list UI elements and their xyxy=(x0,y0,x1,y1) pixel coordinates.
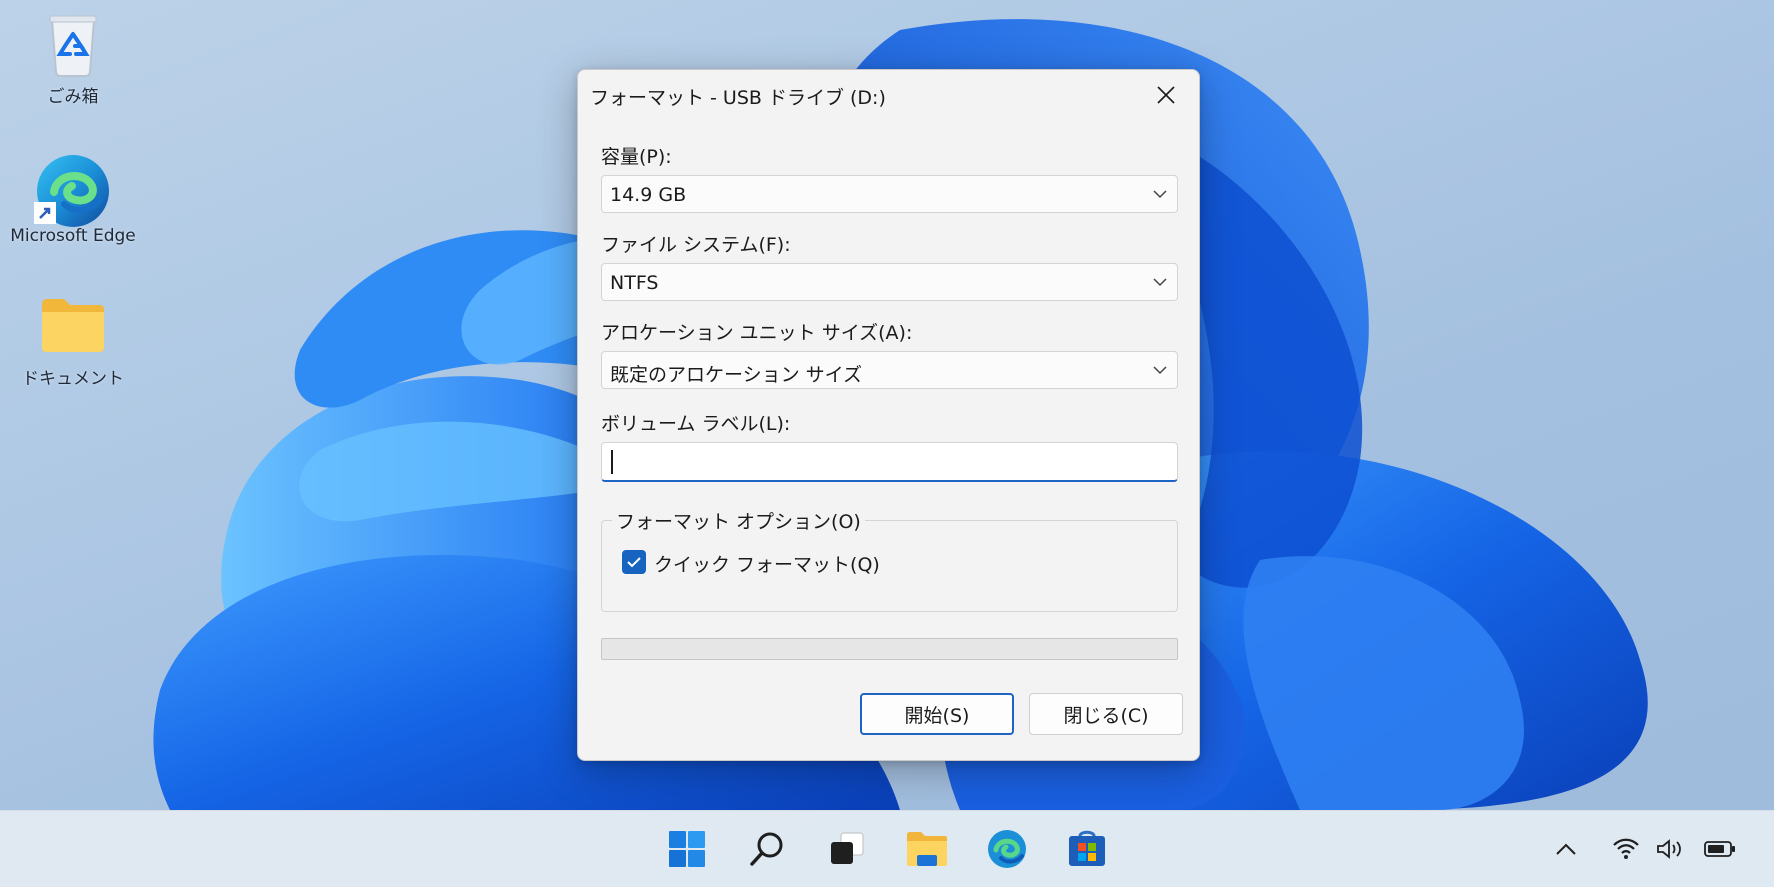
desktop-icon-label: ごみ箱 xyxy=(47,87,99,107)
volume-label-label: ボリューム ラベル(L): xyxy=(601,413,791,435)
chevron-down-icon xyxy=(1153,366,1167,375)
checkmark-icon xyxy=(627,557,641,568)
task-view-icon xyxy=(831,832,864,864)
allocation-select[interactable]: 既定のアロケーション サイズ xyxy=(601,351,1178,389)
quick-format-label[interactable]: クイック フォーマット(Q) xyxy=(654,550,880,577)
desktop-icon-edge[interactable]: Microsoft Edge xyxy=(3,152,143,246)
search-icon xyxy=(750,832,783,866)
network-button[interactable] xyxy=(1610,833,1642,865)
desktop-icon-documents[interactable]: ドキュメント xyxy=(3,290,143,389)
desktop-icon-label: ドキュメント xyxy=(22,369,124,389)
folder-icon xyxy=(38,290,108,360)
format-dialog: フォーマット - USB ドライブ (D:) 容量(P): 14.9 GB ファ… xyxy=(577,69,1200,761)
desktop-icon-recycle-bin[interactable]: ごみ箱 xyxy=(3,8,143,107)
chevron-up-icon xyxy=(1556,843,1576,855)
start-button[interactable] xyxy=(661,823,713,875)
wifi-icon xyxy=(1613,838,1639,859)
battery-button[interactable] xyxy=(1704,833,1736,865)
filesystem-select[interactable]: NTFS xyxy=(601,263,1178,301)
format-progress-bar xyxy=(601,638,1178,660)
close-dialog-button[interactable]: 閉じる(C) xyxy=(1029,693,1183,735)
search-button[interactable] xyxy=(741,823,793,875)
volume-label-input[interactable] xyxy=(601,442,1178,482)
start-icon xyxy=(669,831,705,867)
volume-button[interactable] xyxy=(1655,833,1687,865)
show-hidden-icons-button[interactable] xyxy=(1550,833,1582,865)
close-icon xyxy=(1157,86,1175,104)
start-button[interactable]: 開始(S) xyxy=(860,693,1014,735)
task-view-button[interactable] xyxy=(821,823,873,875)
capacity-value: 14.9 GB xyxy=(610,184,687,206)
dialog-titlebar[interactable]: フォーマット - USB ドライブ (D:) xyxy=(578,70,1199,120)
close-button[interactable] xyxy=(1143,76,1189,114)
filesystem-label: ファイル システム(F): xyxy=(601,234,791,256)
chevron-down-icon xyxy=(1153,190,1167,199)
store-button[interactable] xyxy=(1061,823,1113,875)
allocation-label: アロケーション ユニット サイズ(A): xyxy=(601,322,913,344)
volume-icon xyxy=(1657,839,1681,859)
edge-icon xyxy=(988,830,1026,868)
capacity-select[interactable]: 14.9 GB xyxy=(601,175,1178,213)
taskbar xyxy=(0,810,1774,887)
quick-format-checkbox[interactable] xyxy=(622,550,646,574)
text-caret xyxy=(611,450,613,474)
edge-taskbar-button[interactable] xyxy=(981,823,1033,875)
format-options-legend: フォーマット オプション(O) xyxy=(612,507,865,534)
chevron-down-icon xyxy=(1153,278,1167,287)
edge-icon xyxy=(34,152,109,227)
recycle-bin-icon xyxy=(38,8,108,78)
store-icon xyxy=(1069,830,1105,866)
file-explorer-icon xyxy=(907,832,947,866)
dialog-title: フォーマット - USB ドライブ (D:) xyxy=(590,87,886,109)
battery-icon xyxy=(1704,841,1735,857)
capacity-label: 容量(P): xyxy=(601,146,672,168)
filesystem-value: NTFS xyxy=(610,272,659,294)
allocation-value: 既定のアロケーション サイズ xyxy=(610,364,863,386)
file-explorer-button[interactable] xyxy=(901,823,953,875)
